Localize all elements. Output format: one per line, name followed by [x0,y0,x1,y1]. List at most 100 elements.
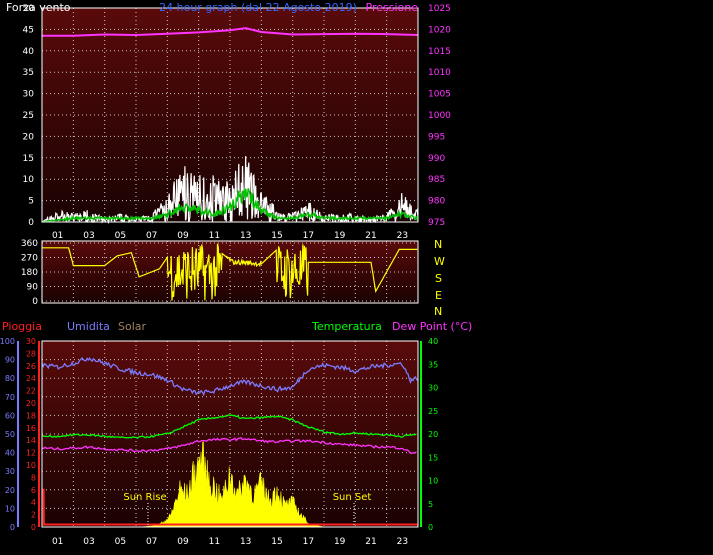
rain-tick-label: 12 [26,449,36,458]
x-tick-label: 07 [146,537,157,547]
humidity-tick-label: 60 [5,411,15,420]
solar-label: Solar [118,320,147,333]
temperature-tick-label: 15 [428,453,438,462]
rain-tick-label: 24 [26,374,36,383]
rain-tick-label: 2 [31,511,36,520]
temperature-tick-label: 10 [428,477,438,486]
x-tick-label: 15 [271,537,282,547]
x-tick-label: 17 [303,537,314,547]
direction-tick-label: 90 [27,283,39,293]
x-tick-label: 21 [365,231,376,241]
x-tick-label: 19 [334,537,346,547]
wind-axis-label: Forza vento [6,1,71,14]
humidity-tick-label: 10 [5,504,15,513]
temperature-tick-label: 35 [428,360,438,369]
rain-tick-label: 18 [26,411,36,420]
humidity-label: Umidita [67,320,110,333]
temperature-label: Temperatura [311,320,382,333]
rain-tick-label: 20 [26,399,36,408]
wind-tick-label: 40 [23,47,35,57]
sunrise-annotation: Sun Rise [123,492,166,503]
x-tick-label: 13 [240,231,251,241]
rain-tick-label: 10 [26,461,36,470]
compass-w: W [434,255,445,268]
wind-x-axis: 01 03 05 07 09 11 13 15 17 19 21 23 [52,231,408,241]
rain-tick-label: 28 [26,349,36,358]
pressure-tick-label: 995 [428,132,445,142]
rain-tick-label: 14 [26,436,36,445]
x-tick-label: 17 [303,231,314,241]
pressure-tick-label: 985 [428,175,445,185]
compass-n-top: N [434,238,442,251]
x-tick-label: 07 [146,231,157,241]
wind-tick-label: 35 [23,68,34,78]
x-tick-label: 09 [177,537,189,547]
temperature-tick-label: 20 [428,430,438,439]
x-tick-label: 11 [209,231,220,241]
temperature-tick-label: 25 [428,407,438,416]
rain-tick-label: 26 [26,362,36,371]
direction-tick-label: 0 [32,297,38,307]
humidity-tick-label: 90 [5,356,15,365]
compass-n-bottom: N [434,305,442,318]
pressure-tick-label: 1000 [428,111,451,121]
x-tick-label: 11 [209,537,220,547]
x-tick-label: 21 [365,537,376,547]
temperature-tick-label: 40 [428,337,438,346]
wind-tick-label: 20 [23,132,35,142]
humidity-tick-label: 40 [5,449,15,458]
rain-tick-label: 30 [26,337,36,346]
weather-graphs: 05101520253035404550 9759809859909951000… [0,1,472,547]
temperature-tick-label: 30 [428,384,438,393]
rain-tick-label: 6 [31,486,36,495]
climate-x-axis: 01 03 05 07 09 11 13 15 17 19 21 23 [52,537,408,547]
pressure-tick-label: 980 [428,197,445,207]
x-tick-label: 03 [83,537,94,547]
wind-tick-label: 45 [23,25,34,35]
pressure-tick-label: 1010 [428,68,451,78]
wind-direction-chart: 0 90 180 270 360 N W S E N [21,238,445,318]
x-tick-label: 23 [397,537,408,547]
humidity-tick-label: 30 [5,467,15,476]
compass-s: S [435,272,442,285]
pressure-tick-label: 975 [428,218,445,228]
wind-tick-label: 0 [28,218,34,228]
humidity-tick-label: 50 [5,430,15,439]
rain-tick-label: 8 [31,473,36,482]
sunset-annotation: Sun Set [333,492,372,503]
humidity-tick-label: 20 [5,486,15,495]
temperature-tick-label: 5 [428,500,433,509]
humidity-tick-label: 70 [5,393,15,402]
pressure-axis-label: Pressione [366,1,419,14]
pressure-tick-label: 1020 [428,25,451,35]
direction-tick-label: 270 [21,254,38,264]
wind-tick-label: 5 [28,197,34,207]
climate-chart: Pioggia Umidita Solar Temperatura Dew Po… [0,320,472,547]
pressure-tick-label: 990 [428,154,445,164]
pressure-y-axis: 975 980 985 990 995 1000 1005 1010 1015 1020 1025 [428,4,451,228]
x-tick-label: 05 [115,537,126,547]
rain-tick-label: 16 [26,424,36,433]
pressure-tick-label: 1015 [428,47,451,57]
pressure-tick-label: 1005 [428,90,451,100]
wind-pressure-chart: 05101520253035404550 9759809859909951000… [6,1,451,241]
direction-tick-label: 180 [21,268,38,278]
wind-tick-label: 25 [23,111,34,121]
humidity-tick-label: 100 [0,337,15,346]
humidity-tick-label: 80 [5,374,15,383]
pressure-tick-label: 1025 [428,4,451,14]
x-tick-label: 05 [115,231,126,241]
direction-tick-label: 360 [21,239,38,249]
x-tick-label: 15 [271,231,282,241]
x-tick-label: 13 [240,537,251,547]
humidity-tick-label: 0 [10,523,15,532]
rain-y-axis: 024681012141618202224262830 [26,337,40,532]
x-tick-label: 09 [177,231,189,241]
wind-tick-label: 15 [23,154,34,164]
rain-tick-label: 0 [31,523,36,532]
wind-tick-label: 30 [23,90,35,100]
x-tick-label: 01 [52,231,63,241]
x-tick-label: 23 [397,231,408,241]
humidity-y-axis: 0 10 20 30 40 50 60 70 80 90 100 [0,337,19,532]
wind-y-axis: 05101520253035404550 [23,4,35,228]
